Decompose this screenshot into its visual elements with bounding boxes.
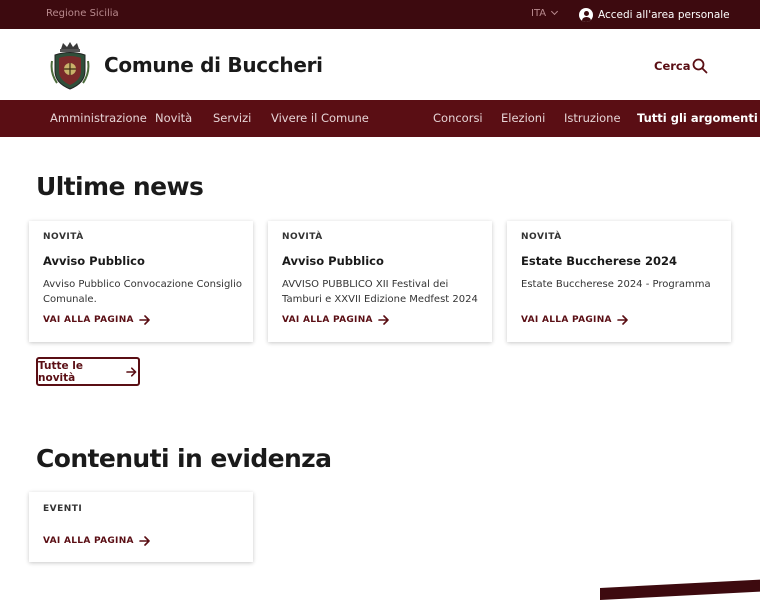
region-link[interactable]: Regione Sicilia xyxy=(46,8,119,19)
highlight-card[interactable]: EVENTI VAI ALLA PAGINA xyxy=(29,492,253,562)
search-icon[interactable] xyxy=(692,58,708,74)
chevron-down-icon xyxy=(551,7,559,16)
arrow-right-icon xyxy=(378,315,389,325)
nav-item-amministrazione[interactable]: Amministrazione xyxy=(50,111,147,125)
nav-item-istruzione[interactable]: Istruzione xyxy=(564,111,621,125)
card-link-label: VAI ALLA PAGINA xyxy=(282,315,373,325)
login-button[interactable]: Accedi all'area personale xyxy=(579,6,730,23)
search-label[interactable]: Cerca xyxy=(654,59,691,73)
nav-item-servizi[interactable]: Servizi xyxy=(213,111,251,125)
news-card[interactable]: NOVITÀ Estate Buccherese 2024 Estate Buc… xyxy=(507,221,731,342)
arrow-right-icon xyxy=(139,315,150,325)
card-link[interactable]: VAI ALLA PAGINA xyxy=(43,536,151,546)
card-title[interactable]: Avviso Pubblico xyxy=(43,254,145,268)
card-link[interactable]: VAI ALLA PAGINA xyxy=(521,315,629,325)
news-card[interactable]: NOVITÀ Avviso Pubblico Avviso Pubblico C… xyxy=(29,221,253,342)
card-link-label: VAI ALLA PAGINA xyxy=(43,315,134,325)
language-label: ITA xyxy=(531,8,547,19)
card-category: NOVITÀ xyxy=(521,232,562,242)
card-title[interactable]: Estate Buccherese 2024 xyxy=(521,254,677,268)
card-link[interactable]: VAI ALLA PAGINA xyxy=(43,315,151,325)
card-category: EVENTI xyxy=(43,504,83,514)
all-news-button[interactable]: Tutte le novità xyxy=(36,357,140,386)
login-label: Accedi all'area personale xyxy=(598,8,730,21)
card-link-label: VAI ALLA PAGINA xyxy=(43,536,134,546)
news-section-title: Ultime news xyxy=(36,172,204,201)
nav-item-novita[interactable]: Novità xyxy=(155,111,192,125)
nav-item-concorsi[interactable]: Concorsi xyxy=(433,111,483,125)
footer-decoration xyxy=(600,579,760,600)
arrow-right-icon xyxy=(139,536,150,546)
news-card[interactable]: NOVITÀ Avviso Pubblico AVVISO PUBBLICO X… xyxy=(268,221,492,342)
nav-item-elezioni[interactable]: Elezioni xyxy=(501,111,545,125)
site-title[interactable]: Comune di Buccheri xyxy=(104,53,323,77)
nav-item-tutti-gli-argomenti[interactable]: Tutti gli argomenti xyxy=(637,111,758,125)
user-icon xyxy=(579,7,593,22)
main-navigation: Amministrazione Novità Servizi Vivere il… xyxy=(0,100,760,137)
card-description: Estate Buccherese 2024 - Programma xyxy=(521,279,711,290)
card-category: NOVITÀ xyxy=(43,232,84,242)
card-link[interactable]: VAI ALLA PAGINA xyxy=(282,315,390,325)
all-news-button-label: Tutte le novità xyxy=(38,359,84,384)
card-description: AVVISO PUBBLICO XII Festival dei Tamburi… xyxy=(282,279,478,305)
site-header: Comune di Buccheri Cerca xyxy=(0,29,760,100)
highlights-section-title: Contenuti in evidenza xyxy=(36,444,332,473)
arrow-right-icon xyxy=(126,366,137,377)
nav-item-vivere-il-comune[interactable]: Vivere il Comune xyxy=(271,111,369,125)
coat-of-arms-logo[interactable] xyxy=(49,41,91,91)
card-link-label: VAI ALLA PAGINA xyxy=(521,315,612,325)
language-selector[interactable]: ITA xyxy=(531,7,559,19)
card-description: Avviso Pubblico Convocazione Consiglio C… xyxy=(43,279,242,305)
arrow-right-icon xyxy=(617,315,628,325)
card-category: NOVITÀ xyxy=(282,232,323,242)
card-title[interactable]: Avviso Pubblico xyxy=(282,254,384,268)
top-bar: Regione Sicilia ITA Accedi all'area pers… xyxy=(0,0,760,29)
